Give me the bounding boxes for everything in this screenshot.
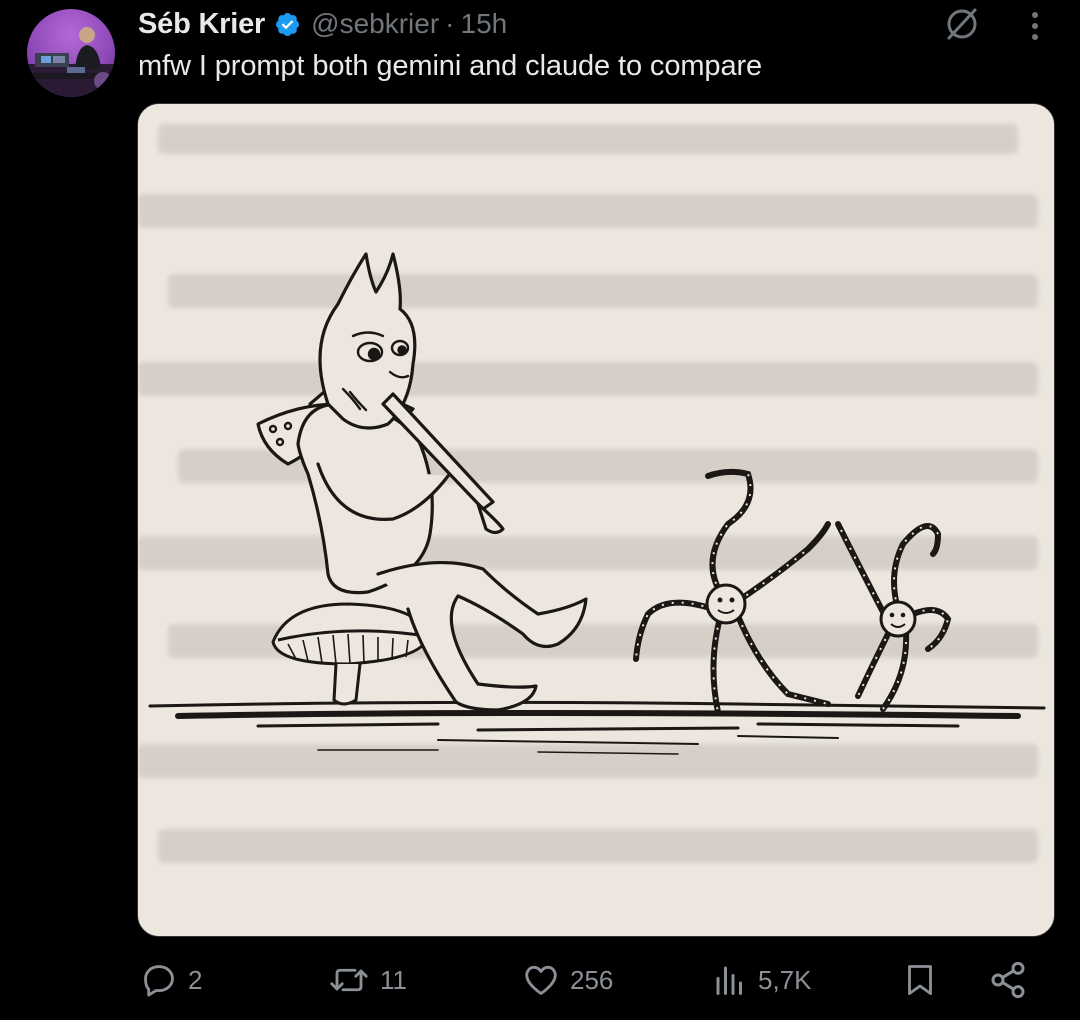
repost-icon (328, 961, 370, 999)
author-handle[interactable]: @sebkrier (311, 8, 439, 40)
share-icon (988, 960, 1028, 1000)
views-button[interactable]: 5,7K (712, 952, 812, 1008)
avatar-photo (27, 27, 115, 97)
woodcut-illustration (138, 104, 1054, 936)
grok-icon[interactable] (942, 4, 982, 44)
verified-badge-icon (274, 11, 301, 38)
analytics-icon (712, 961, 748, 999)
views-count: 5,7K (758, 964, 812, 995)
separator-dot: · (445, 8, 455, 39)
timestamp[interactable]: 15h (461, 8, 508, 40)
bookmark-icon (902, 960, 938, 1000)
bookmark-button[interactable] (902, 952, 938, 1008)
repost-count: 11 (380, 964, 407, 995)
reply-icon (140, 961, 178, 999)
share-button[interactable] (988, 952, 1028, 1008)
author-avatar[interactable] (27, 9, 115, 97)
creature-face-2 (879, 600, 917, 638)
tweet-media-image[interactable] (137, 103, 1055, 937)
like-count: 256 (570, 964, 614, 995)
creature-face-1 (705, 583, 747, 625)
reply-button[interactable]: 2 (140, 952, 202, 1008)
tweet-text: mfw I prompt both gemini and claude to c… (138, 50, 763, 82)
reply-count: 2 (188, 964, 203, 995)
like-button[interactable]: 256 (522, 952, 613, 1008)
more-options-icon[interactable] (1018, 6, 1052, 46)
repost-button[interactable]: 11 (328, 952, 407, 1008)
heart-icon (522, 961, 560, 999)
author-name[interactable]: Séb Krier (138, 8, 265, 41)
tweet-action-bar: 2 11 256 5,7K (0, 952, 1080, 1008)
tweet-header: Séb Krier @sebkrier · 15h (138, 6, 507, 42)
